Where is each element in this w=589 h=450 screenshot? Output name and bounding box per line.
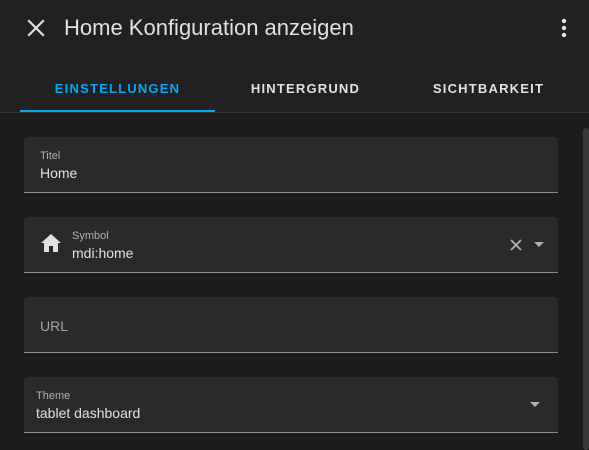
theme-field-label: Theme bbox=[36, 390, 71, 402]
clear-icon-button[interactable] bbox=[508, 237, 524, 253]
dialog-title: Home Konfiguration anzeigen bbox=[64, 15, 354, 40]
title-field-label: Titel bbox=[40, 150, 61, 162]
icon-field-label: Symbol bbox=[72, 230, 109, 242]
menu-down-icon bbox=[530, 402, 540, 407]
theme-select[interactable]: Theme tablet dashboard bbox=[24, 377, 558, 433]
icon-field[interactable]: Symbol mdi:home bbox=[24, 217, 558, 273]
close-icon bbox=[510, 239, 522, 251]
scrollbar[interactable] bbox=[583, 128, 589, 450]
icon-dropdown-button[interactable] bbox=[532, 239, 546, 251]
edit-view-dialog: Home Konfiguration anzeigen EINSTELLUNGE… bbox=[0, 0, 589, 450]
close-button[interactable] bbox=[22, 14, 50, 42]
icon-field-value: mdi:home bbox=[72, 245, 134, 261]
url-field[interactable]: URL bbox=[24, 297, 558, 353]
tab-settings[interactable]: EINSTELLUNGEN bbox=[20, 64, 215, 112]
header-divider bbox=[0, 112, 589, 113]
title-field[interactable]: Titel Home bbox=[24, 137, 558, 193]
more-options-button[interactable] bbox=[552, 14, 576, 42]
home-icon bbox=[40, 233, 62, 258]
close-icon bbox=[27, 19, 45, 37]
tab-background[interactable]: HINTERGRUND bbox=[215, 64, 396, 112]
tab-visibility[interactable]: SICHTBARKEIT bbox=[396, 64, 581, 112]
dots-vertical-icon bbox=[561, 18, 567, 38]
menu-down-icon bbox=[534, 242, 544, 247]
dialog-header: Home Konfiguration anzeigen EINSTELLUNGE… bbox=[0, 0, 589, 112]
theme-dropdown-button[interactable] bbox=[528, 399, 542, 411]
theme-field-value: tablet dashboard bbox=[36, 405, 141, 421]
tab-bar: EINSTELLUNGEN HINTERGRUND SICHTBARKEIT bbox=[20, 64, 589, 112]
title-field-value: Home bbox=[40, 165, 78, 181]
url-field-placeholder: URL bbox=[40, 318, 69, 334]
